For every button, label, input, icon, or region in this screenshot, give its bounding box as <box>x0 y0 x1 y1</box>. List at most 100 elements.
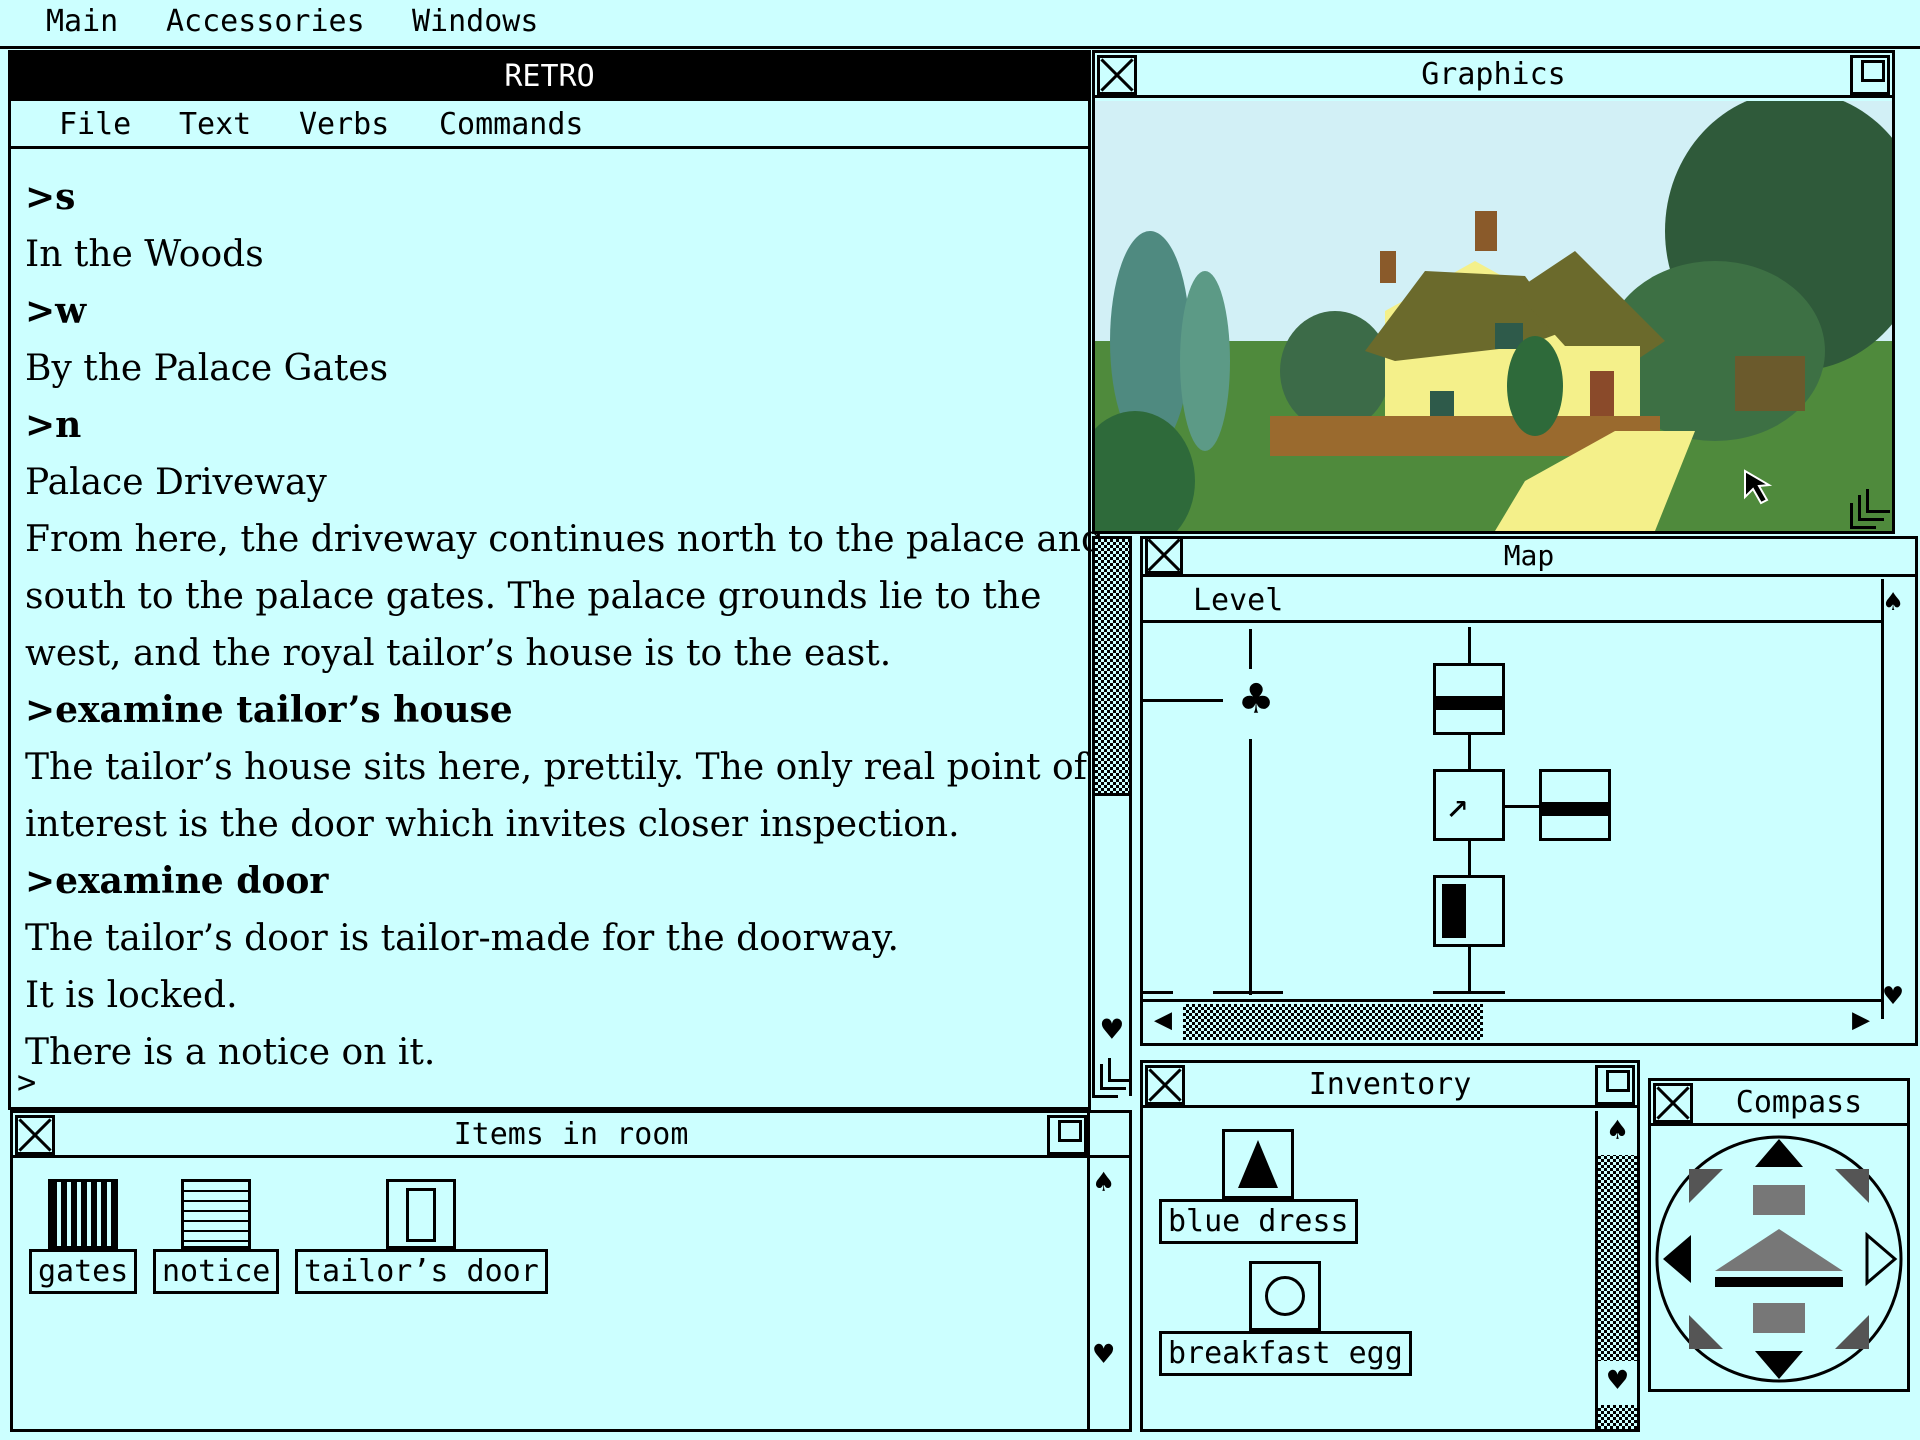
map-room-icon[interactable] <box>1539 769 1611 841</box>
map-connector <box>1505 805 1539 808</box>
compass-northeast[interactable] <box>1835 1169 1869 1203</box>
compass-west[interactable] <box>1663 1235 1691 1283</box>
items-title: Items in room <box>453 1117 689 1152</box>
fullsize-icon[interactable] <box>1595 1065 1635 1105</box>
compass-out[interactable] <box>1715 1277 1843 1287</box>
scroll-right-icon[interactable]: ▶ <box>1841 1002 1881 1042</box>
transcript-line: In the Woods <box>25 234 264 275</box>
compass-up[interactable] <box>1753 1185 1805 1215</box>
transcript-line: south to the palace gates. The palace gr… <box>25 576 1042 617</box>
room-item-notice[interactable]: notice <box>153 1179 280 1294</box>
transcript-command: >n <box>25 404 82 446</box>
retro-title: RETRO <box>504 59 595 94</box>
items-vscroll[interactable]: ♠ ♥ <box>1087 1113 1129 1429</box>
transcript-line: west, and the royal tailor’s house is to… <box>25 633 892 674</box>
compass-down[interactable] <box>1753 1303 1805 1333</box>
room-item-gates[interactable]: gates <box>29 1179 138 1294</box>
graphics-titlebar[interactable]: Graphics <box>1095 53 1892 98</box>
scroll-down-icon[interactable]: ♥ <box>1598 1361 1637 1405</box>
transcript-command: >examine door <box>25 860 329 902</box>
map-stairs-icon[interactable]: ↗ <box>1433 769 1505 841</box>
map-vscroll[interactable]: ♠ ♥ <box>1881 579 1915 1019</box>
inventory-item-breakfast-egg[interactable]: breakfast egg <box>1159 1261 1412 1376</box>
map-connector <box>1468 841 1471 875</box>
scroll-up-icon[interactable]: ♠ <box>1598 1111 1637 1155</box>
resize-icon[interactable] <box>1850 489 1890 529</box>
scroll-down-icon[interactable]: ♥ <box>1092 1010 1132 1058</box>
map-window: Map Level ♠ ♥ ◀ ▶ ♣ ↗ <box>1140 536 1918 1046</box>
inventory-item-blue-dress[interactable]: blue dress <box>1159 1129 1358 1244</box>
map-connector <box>1213 991 1283 994</box>
transcript-command: >examine tailor’s house <box>25 689 513 731</box>
map-hscroll-thumb[interactable] <box>1183 1004 1483 1040</box>
map-room-icon[interactable] <box>1433 663 1505 735</box>
notice-icon <box>181 1179 252 1249</box>
map-connector <box>1143 991 1173 994</box>
map-connector <box>1249 739 1252 995</box>
map-tailor-house-icon[interactable] <box>1433 875 1505 947</box>
door-icon <box>386 1179 457 1249</box>
menu-windows[interactable]: Windows <box>412 4 538 39</box>
command-prompt[interactable]: > <box>17 1063 36 1101</box>
egg-icon <box>1249 1261 1322 1331</box>
room-item-tailors-door[interactable]: tailor’s door <box>295 1179 548 1294</box>
map-titlebar[interactable]: Map <box>1143 536 1915 577</box>
inventory-window: Inventory ♠ ♥ blue dress breakfast egg <box>1140 1060 1640 1432</box>
map-menu-level[interactable]: Level <box>1193 583 1283 618</box>
inventory-titlebar[interactable]: Inventory <box>1143 1063 1637 1108</box>
transcript-line: From here, the driveway continues north … <box>25 519 1105 560</box>
scroll-down-icon[interactable]: ♥ <box>1884 979 1902 1014</box>
fullsize-icon[interactable] <box>1047 1115 1087 1155</box>
map-connector <box>1249 629 1252 669</box>
inventory-vscroll[interactable]: ♠ ♥ <box>1595 1111 1637 1429</box>
game-transcript: >s In the Woods >w By the Palace Gates >… <box>11 176 1105 1081</box>
transcript-line: Palace Driveway <box>25 462 327 503</box>
compass-in[interactable] <box>1715 1229 1843 1271</box>
resize-icon[interactable] <box>1092 1058 1132 1098</box>
close-icon[interactable] <box>1653 1083 1693 1123</box>
transcript-line: By the Palace Gates <box>25 348 389 389</box>
map-woods-icon[interactable]: ♣ <box>1221 669 1291 729</box>
scroll-up-icon[interactable]: ♠ <box>1884 585 1902 620</box>
scroll-down-icon[interactable]: ♥ <box>1094 1335 1113 1373</box>
compass-east[interactable] <box>1865 1231 1898 1287</box>
compass-north[interactable] <box>1755 1139 1803 1167</box>
compass-southwest[interactable] <box>1689 1315 1723 1349</box>
scroll-left-icon[interactable]: ◀ <box>1143 1002 1183 1042</box>
map-connector <box>1468 735 1471 769</box>
menu-accessories[interactable]: Accessories <box>166 4 365 39</box>
menu-main[interactable]: Main <box>46 4 118 39</box>
compass-northwest[interactable] <box>1689 1169 1723 1203</box>
compass-title: Compass <box>1735 1085 1863 1120</box>
compass-south[interactable] <box>1755 1351 1803 1379</box>
map-title: Map <box>1503 539 1555 572</box>
transcript-line: The tailor’s door is tailor-made for the… <box>25 918 899 959</box>
map-connector <box>1143 699 1223 702</box>
inventory-title: Inventory <box>1308 1067 1472 1102</box>
transcript-line: interest is the door which invites close… <box>25 804 960 845</box>
menubar-divider <box>0 46 1920 49</box>
retro-menu-text[interactable]: Text <box>179 107 251 142</box>
transcript-line: The tailor’s house sits here, prettily. … <box>25 747 1087 788</box>
items-titlebar[interactable]: Items in room <box>13 1113 1129 1158</box>
scroll-up-icon[interactable]: ♠ <box>1094 1163 1113 1201</box>
retro-menu-file[interactable]: File <box>59 107 131 142</box>
retro-titlebar[interactable]: RETRO <box>11 53 1088 101</box>
map-menubar: Level <box>1143 579 1881 623</box>
fullsize-icon[interactable] <box>1850 55 1890 95</box>
map-hscroll[interactable]: ◀ ▶ <box>1143 999 1881 1043</box>
retro-menu-verbs[interactable]: Verbs <box>299 107 389 142</box>
item-label: blue dress <box>1159 1199 1358 1244</box>
retro-menu-commands[interactable]: Commands <box>439 107 584 142</box>
retro-menubar: File Text Verbs Commands <box>11 101 1088 149</box>
graphics-window: Graphics <box>1092 50 1895 534</box>
compass-titlebar[interactable]: Compass <box>1651 1081 1907 1126</box>
top-menubar: Main Accessories Windows <box>0 0 1920 48</box>
item-label: tailor’s door <box>295 1249 548 1294</box>
retro-scroll-thumb[interactable] <box>1092 536 1132 796</box>
map-connector <box>1468 627 1471 667</box>
items-in-room-window: Items in room ♠ ♥ gates notice tailor’s … <box>10 1110 1132 1432</box>
compass-rose <box>1655 1135 1903 1383</box>
transcript-command: >s <box>25 176 76 218</box>
compass-southeast[interactable] <box>1835 1315 1869 1349</box>
